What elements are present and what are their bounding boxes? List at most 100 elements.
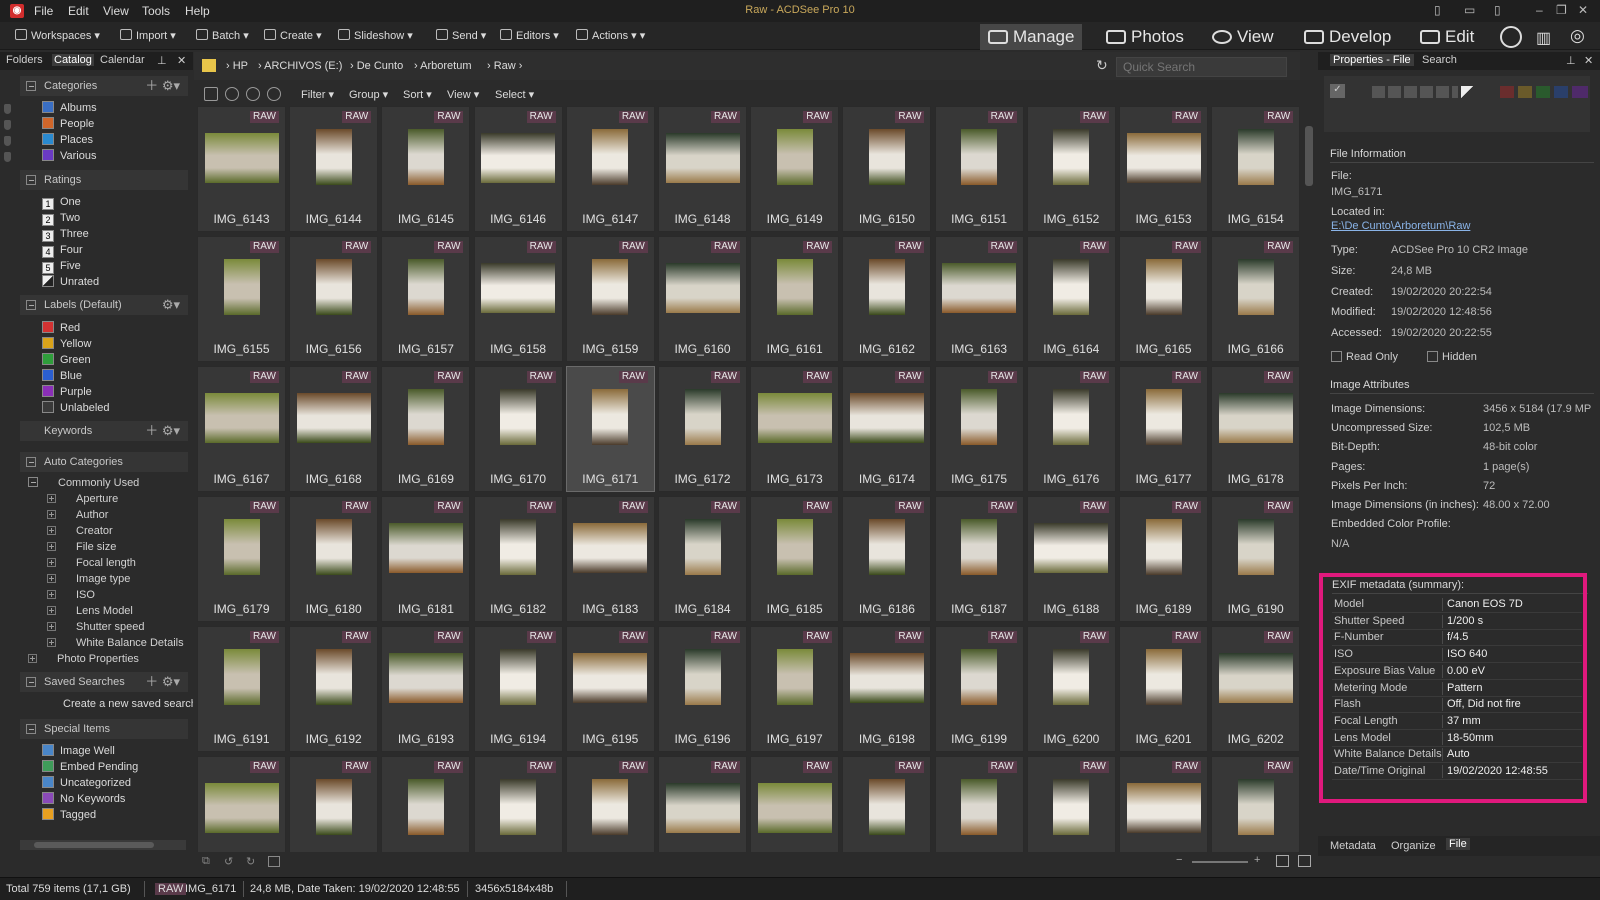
sort-menu[interactable]: Sort ▾ bbox=[403, 88, 432, 101]
rating-two[interactable]: 2 Two bbox=[42, 211, 80, 226]
label-red[interactable]: Red bbox=[42, 321, 80, 336]
mode-develop[interactable]: Develop bbox=[1296, 24, 1399, 50]
batch-rotate-icon[interactable]: ⧉ bbox=[202, 855, 210, 868]
crumb-hp[interactable]: › HP bbox=[226, 60, 248, 72]
grid-scrollbar[interactable] bbox=[1302, 106, 1316, 852]
thumbnail-cell[interactable]: RAW bbox=[381, 756, 471, 852]
special-embed-pending[interactable]: Embed Pending bbox=[42, 760, 138, 775]
thumbnail-cell[interactable]: RAW bbox=[1211, 756, 1301, 852]
add-gear-icon[interactable]: ＋ ⚙▾ bbox=[145, 421, 180, 441]
category-places[interactable]: Places bbox=[42, 133, 93, 148]
special-uncategorized[interactable]: Uncategorized bbox=[42, 776, 131, 791]
import-button[interactable]: Import ▾ bbox=[120, 29, 176, 42]
tab-metadata[interactable]: Metadata bbox=[1330, 840, 1376, 852]
thumbnail-cell[interactable]: RAW IMG_6192 bbox=[289, 626, 379, 752]
home-icon[interactable] bbox=[204, 87, 218, 101]
section-saved-searches[interactable]: Saved Searches ＋ ⚙▾ bbox=[20, 672, 188, 692]
label-unlabeled[interactable]: Unlabeled bbox=[42, 401, 110, 416]
workspaces-button[interactable]: Workspaces ▾ bbox=[15, 29, 100, 42]
special-tagged[interactable]: Tagged bbox=[42, 808, 96, 823]
thumbnail-cell[interactable]: RAW IMG_6197 bbox=[750, 626, 840, 752]
zoom-slider[interactable] bbox=[1192, 861, 1248, 863]
section-ratings[interactable]: Ratings bbox=[20, 170, 188, 190]
crumb-archivos[interactable]: › ARCHIVOS (E:) bbox=[258, 60, 342, 72]
thumbnail-cell[interactable]: RAW IMG_6193 bbox=[381, 626, 471, 752]
thumbnail-cell[interactable]: RAW IMG_6145 bbox=[381, 106, 471, 232]
located-link[interactable]: E:\De Cunto\Arboretum\Raw bbox=[1331, 220, 1470, 232]
thumbnail-cell[interactable]: RAW IMG_6198 bbox=[842, 626, 932, 752]
rating-one[interactable]: 1 One bbox=[42, 195, 81, 210]
tree-creator[interactable]: Creator bbox=[47, 524, 113, 539]
editors-button[interactable]: Editors ▾ bbox=[500, 29, 559, 42]
thumbnail-cell[interactable]: RAW IMG_6190 bbox=[1211, 496, 1301, 622]
filter-menu[interactable]: Filter ▾ bbox=[301, 88, 334, 101]
thumbnail-cell[interactable]: RAW IMG_6158 bbox=[473, 236, 563, 362]
layout-bottom-icon[interactable]: ▭ bbox=[1464, 3, 1475, 17]
mode-photos[interactable]: Photos bbox=[1098, 24, 1192, 50]
tree-focal-length[interactable]: Focal length bbox=[47, 556, 136, 571]
thumbnail-cell[interactable]: RAW IMG_6163 bbox=[934, 236, 1024, 362]
360-icon[interactable] bbox=[1500, 26, 1522, 48]
tab-organize[interactable]: Organize bbox=[1391, 840, 1436, 852]
thumbnail-cell[interactable]: RAW IMG_6150 bbox=[842, 106, 932, 232]
thumbnail-cell[interactable]: RAW IMG_6166 bbox=[1211, 236, 1301, 362]
file-information-header[interactable]: File Information bbox=[1330, 148, 1594, 163]
thumbnail-cell[interactable]: RAW IMG_6179 bbox=[197, 496, 286, 622]
thumbnail-cell[interactable]: RAW IMG_6152 bbox=[1026, 106, 1116, 232]
thumbnail-cell[interactable]: RAW IMG_6147 bbox=[565, 106, 655, 232]
thumbnail-cell[interactable]: RAW IMG_6159 bbox=[565, 236, 655, 362]
send-button[interactable]: Send ▾ bbox=[436, 29, 486, 42]
zoom-in-icon[interactable]: + bbox=[1254, 854, 1260, 866]
mode-view[interactable]: View bbox=[1204, 24, 1282, 50]
thumbnail-cell[interactable]: RAW IMG_6160 bbox=[658, 236, 747, 362]
thumbnail-cell[interactable]: RAW IMG_6162 bbox=[842, 236, 932, 362]
category-albums[interactable]: Albums bbox=[42, 101, 97, 116]
read-only-checkbox[interactable]: Read Only bbox=[1331, 351, 1398, 363]
thumbnail-cell[interactable]: RAW bbox=[934, 756, 1024, 852]
tree-shutter-speed[interactable]: Shutter speed bbox=[47, 620, 145, 635]
mode-edit[interactable]: Edit bbox=[1412, 24, 1482, 50]
thumbnail-cell[interactable]: RAW IMG_6144 bbox=[289, 106, 379, 232]
batch-button[interactable]: Batch ▾ bbox=[196, 29, 249, 42]
thumbnail-cell[interactable]: RAW IMG_6195 bbox=[565, 626, 655, 752]
rotate-left-icon[interactable]: ↺ bbox=[224, 855, 233, 868]
layout-right-icon[interactable]: ▯ bbox=[1494, 3, 1501, 17]
thumbnail-cell[interactable]: RAW IMG_6155 bbox=[197, 236, 286, 362]
thumbnail-cell[interactable]: RAW IMG_6176 bbox=[1026, 366, 1116, 492]
thumbnail-cell[interactable]: RAW IMG_6188 bbox=[1026, 496, 1116, 622]
refresh-icon[interactable]: ↻ bbox=[1096, 57, 1108, 74]
close-panel-icon[interactable]: ✕ bbox=[1584, 54, 1593, 67]
thumbnail-cell[interactable]: RAW IMG_6157 bbox=[381, 236, 471, 362]
layout-left-icon[interactable]: ▯ bbox=[1434, 3, 1441, 17]
special-image-well[interactable]: Image Well bbox=[42, 744, 115, 759]
thumbnail-cell[interactable]: RAW bbox=[842, 756, 932, 852]
close-button[interactable]: ✕ bbox=[1578, 3, 1588, 17]
thumbnail-cell[interactable]: RAW IMG_6175 bbox=[934, 366, 1024, 492]
thumbnail-cell[interactable]: RAW IMG_6168 bbox=[289, 366, 379, 492]
thumbnail-cell[interactable]: RAW bbox=[473, 756, 563, 852]
tab-search[interactable]: Search bbox=[1422, 54, 1457, 66]
thumbnail-cell[interactable]: RAW IMG_6180 bbox=[289, 496, 379, 622]
category-people[interactable]: People bbox=[42, 117, 94, 132]
thumbnail-cell[interactable]: RAW IMG_6177 bbox=[1119, 366, 1208, 492]
minimize-button[interactable]: – bbox=[1536, 3, 1543, 17]
restore-button[interactable]: ❐ bbox=[1556, 3, 1567, 17]
group-menu[interactable]: Group ▾ bbox=[349, 88, 388, 101]
thumbnail-cell[interactable]: RAW IMG_6178 bbox=[1211, 366, 1301, 492]
thumbnail-cell[interactable]: RAW IMG_6154 bbox=[1211, 106, 1301, 232]
compare-icon[interactable] bbox=[268, 856, 280, 867]
slideshow-button[interactable]: Slideshow ▾ bbox=[338, 29, 413, 42]
tree-image-type[interactable]: Image type bbox=[47, 572, 130, 587]
thumbnail-cell[interactable]: RAW IMG_6201 bbox=[1119, 626, 1208, 752]
thumbnail-cell[interactable]: RAW IMG_6170 bbox=[473, 366, 563, 492]
tree-commonly-used[interactable]: Commonly Used bbox=[28, 476, 139, 491]
image-attributes-header[interactable]: Image Attributes bbox=[1330, 379, 1594, 394]
hidden-checkbox[interactable]: Hidden bbox=[1427, 351, 1477, 363]
forward-icon[interactable] bbox=[246, 87, 260, 101]
thumbnail-cell[interactable]: RAW IMG_6165 bbox=[1119, 236, 1208, 362]
tree-file-size[interactable]: File size bbox=[47, 540, 116, 555]
crumb-raw[interactable]: › Raw › bbox=[487, 60, 522, 72]
actions-button[interactable]: Actions ▾ ▾ bbox=[576, 29, 645, 42]
tab-catalog[interactable]: Catalog bbox=[52, 54, 94, 66]
section-labels[interactable]: Labels (Default) ⚙▾ bbox=[20, 295, 188, 315]
